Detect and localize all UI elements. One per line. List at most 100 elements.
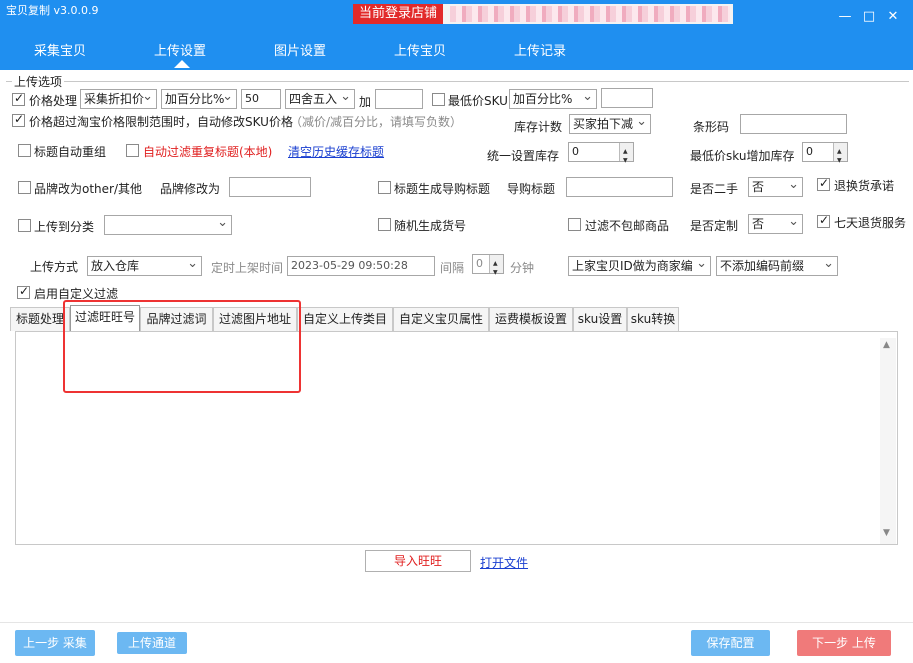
price-process-label: 价格处理 bbox=[29, 94, 78, 108]
interval-label: 间隔 bbox=[440, 261, 465, 275]
min-sku-stock-spinner[interactable]: 0 bbox=[802, 142, 848, 170]
highlight-annotation-box bbox=[63, 300, 301, 393]
auto-fix-hint: （减价/减百分比，请填写负数） bbox=[290, 115, 463, 129]
nav-tab-image-settings[interactable]: 图片设置 bbox=[274, 40, 326, 59]
nav-tab-upload-settings[interactable]: 上传设置 bbox=[154, 40, 206, 59]
min-sku-input[interactable] bbox=[601, 88, 653, 108]
brand-other-checkbox[interactable] bbox=[18, 181, 31, 194]
close-button[interactable]: ✕ bbox=[886, 10, 900, 24]
scroll-down-icon[interactable]: ▼ bbox=[883, 528, 890, 538]
custom-filter-checkbox[interactable] bbox=[17, 284, 30, 299]
tab-sku-convert[interactable]: sku转换 bbox=[627, 307, 679, 331]
section-divider bbox=[6, 81, 909, 82]
chevron-down-icon bbox=[696, 257, 707, 273]
app-title: 宝贝复制 v3.0.0.9 bbox=[6, 4, 99, 17]
unified-stock-spinner[interactable]: 0 bbox=[568, 142, 634, 170]
auto-fix-sku-price-checkbox[interactable] bbox=[12, 112, 25, 127]
chevron-down-icon bbox=[788, 178, 799, 194]
custom-made-select[interactable]: 否 bbox=[748, 214, 803, 234]
return-promise-label: 退换货承诺 bbox=[834, 179, 895, 193]
barcode-label: 条形码 bbox=[693, 120, 730, 134]
min-sku-label: 最低价SKU bbox=[448, 94, 508, 108]
second-hand-label: 是否二手 bbox=[690, 182, 739, 196]
spinner-arrows-icon[interactable] bbox=[619, 143, 633, 170]
brand-edit-label: 品牌修改为 bbox=[160, 182, 221, 196]
chevron-down-icon bbox=[636, 115, 647, 131]
chevron-down-icon bbox=[788, 215, 799, 231]
upload-method-label: 上传方式 bbox=[30, 260, 79, 274]
upload-category-checkbox[interactable] bbox=[18, 219, 31, 232]
random-item-no-checkbox[interactable] bbox=[378, 218, 391, 231]
price-source-select[interactable]: 采集折扣价 bbox=[80, 89, 157, 109]
chevron-down-icon bbox=[142, 90, 153, 106]
seven-day-return-label: 七天退货服务 bbox=[834, 216, 907, 230]
title-regroup-label: 标题自动重组 bbox=[34, 145, 107, 159]
next-step-button[interactable]: 下一步 上传 bbox=[797, 630, 891, 656]
interval-spinner[interactable]: 0 bbox=[472, 254, 504, 282]
nav-tab-collect[interactable]: 采集宝贝 bbox=[34, 40, 86, 59]
title-guide-checkbox[interactable] bbox=[378, 181, 391, 194]
tab-title-process[interactable]: 标题处理 bbox=[10, 307, 70, 331]
brand-other-label: 品牌改为other/其他 bbox=[34, 182, 143, 196]
price-pct-input[interactable]: 50 bbox=[241, 89, 281, 109]
random-item-no-label: 随机生成货号 bbox=[394, 219, 467, 233]
min-sku-checkbox[interactable] bbox=[432, 93, 445, 106]
filter-no-free-ship-label: 过滤不包邮商品 bbox=[585, 219, 670, 233]
chevron-down-icon bbox=[222, 90, 233, 106]
seven-day-return-checkbox[interactable] bbox=[817, 213, 830, 228]
category-select[interactable] bbox=[104, 215, 232, 235]
scroll-up-icon[interactable]: ▲ bbox=[883, 340, 890, 350]
tab-custom-attributes[interactable]: 自定义宝贝属性 bbox=[393, 307, 489, 331]
maximize-button[interactable]: □ bbox=[862, 10, 876, 24]
timed-listing-input[interactable]: 2023-05-29 09:50:28 bbox=[287, 256, 435, 276]
custom-made-label: 是否定制 bbox=[690, 219, 739, 233]
minimize-button[interactable]: — bbox=[838, 10, 852, 24]
return-promise-checkbox[interactable] bbox=[817, 176, 830, 191]
tab-shipping-template[interactable]: 运费模板设置 bbox=[489, 307, 573, 331]
guide-title-input[interactable] bbox=[566, 177, 673, 197]
add-input[interactable] bbox=[375, 89, 423, 109]
textarea-scrollbar[interactable]: ▲ ▼ bbox=[880, 338, 896, 544]
open-file-link[interactable]: 打开文件 bbox=[480, 554, 528, 571]
upload-method-select[interactable]: 放入仓库 bbox=[87, 256, 202, 276]
upload-channel-button[interactable]: 上传通道 bbox=[117, 632, 187, 654]
brand-edit-input[interactable] bbox=[229, 177, 311, 197]
store-name-redacted bbox=[450, 6, 730, 22]
clear-cache-link[interactable]: 清空历史缓存标题 bbox=[288, 143, 384, 160]
chevron-down-icon bbox=[187, 257, 198, 273]
bottom-divider bbox=[0, 622, 913, 623]
unified-stock-label: 统一设置库存 bbox=[487, 149, 560, 163]
guide-title-label: 导购标题 bbox=[507, 182, 556, 196]
price-pct-select[interactable]: 加百分比% bbox=[161, 89, 237, 109]
save-config-button[interactable]: 保存配置 bbox=[691, 630, 770, 656]
prev-step-button[interactable]: 上一步 采集 bbox=[15, 630, 95, 656]
spinner-arrows-icon[interactable] bbox=[489, 255, 503, 282]
title-regroup-checkbox[interactable] bbox=[18, 144, 31, 157]
filter-no-free-ship-checkbox[interactable] bbox=[568, 218, 581, 231]
tab-sku-settings[interactable]: sku设置 bbox=[573, 307, 627, 331]
rounding-select[interactable]: 四舍五入 bbox=[285, 89, 355, 109]
code-prefix-select[interactable]: 不添加编码前缀 bbox=[716, 256, 838, 276]
nav-tab-upload-items[interactable]: 上传宝贝 bbox=[394, 40, 446, 59]
tab-custom-category[interactable]: 自定义上传类目 bbox=[297, 307, 393, 331]
price-process-checkbox[interactable] bbox=[12, 91, 25, 106]
section-title: 上传选项 bbox=[12, 73, 65, 90]
stock-count-select[interactable]: 买家拍下减 bbox=[569, 114, 651, 134]
import-wangwang-button[interactable]: 导入旺旺 bbox=[365, 550, 471, 572]
minute-label: 分钟 bbox=[510, 261, 535, 275]
title-guide-label: 标题生成导购标题 bbox=[394, 182, 491, 196]
min-sku-pct-select[interactable]: 加百分比% bbox=[509, 89, 597, 109]
seller-id-select[interactable]: 上家宝贝ID做为商家编 bbox=[568, 256, 711, 276]
timed-listing-label: 定时上架时间 bbox=[211, 261, 284, 275]
second-hand-select[interactable]: 否 bbox=[748, 177, 803, 197]
chevron-down-icon bbox=[823, 257, 834, 273]
chevron-down-icon bbox=[217, 216, 228, 232]
auto-filter-dup-checkbox[interactable] bbox=[126, 144, 139, 157]
store-label: 当前登录店铺 bbox=[353, 4, 444, 24]
add-label: 加 bbox=[359, 95, 372, 109]
auto-fix-sku-price-label: 价格超过淘宝价格限制范围时，自动修改SKU价格 bbox=[29, 115, 293, 129]
spinner-arrows-icon[interactable] bbox=[833, 143, 847, 170]
nav-tab-upload-records[interactable]: 上传记录 bbox=[514, 40, 566, 59]
min-sku-stock-label: 最低价sku增加库存 bbox=[690, 149, 795, 163]
barcode-input[interactable] bbox=[740, 114, 847, 134]
